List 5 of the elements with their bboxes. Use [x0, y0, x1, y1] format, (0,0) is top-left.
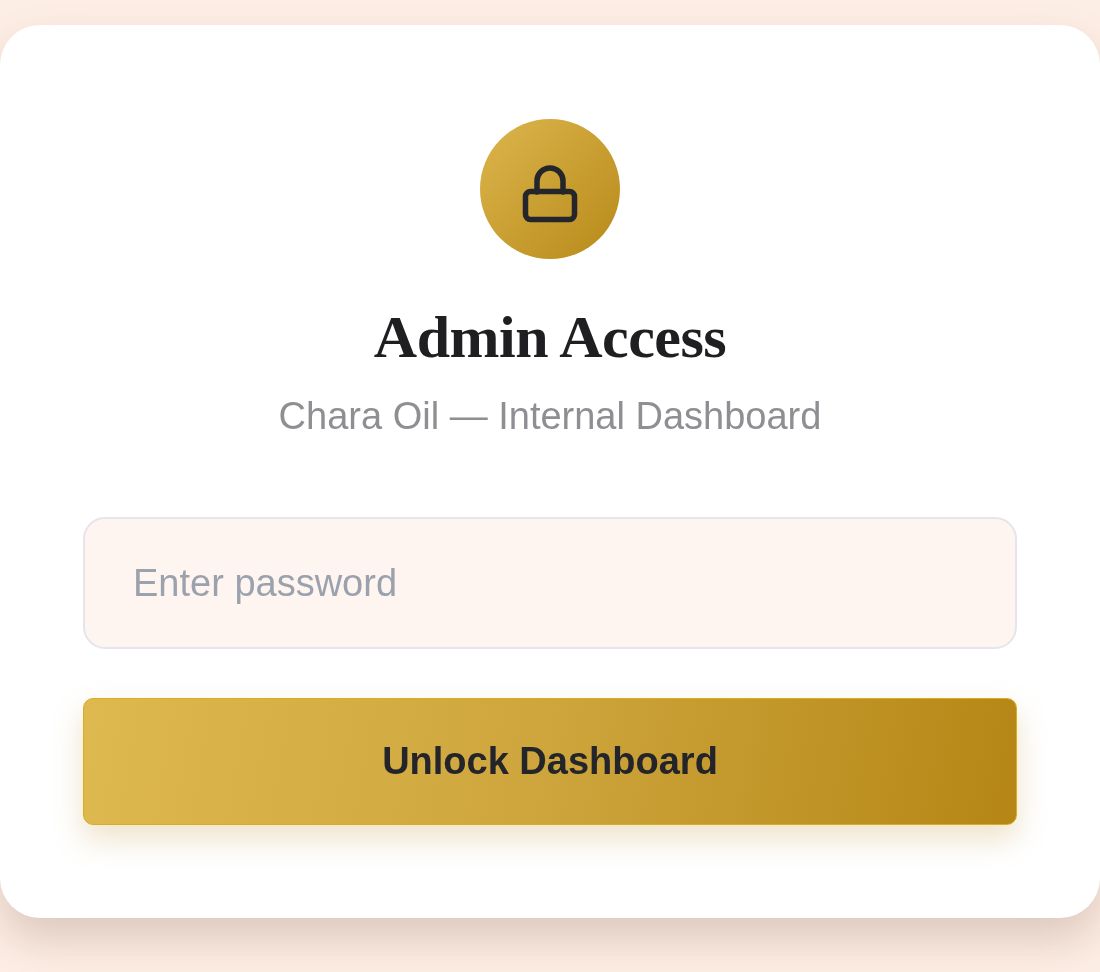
- page-subtitle: Chara Oil — Internal Dashboard: [278, 394, 822, 439]
- lock-icon: [480, 119, 620, 259]
- password-field[interactable]: Enter password: [83, 517, 1017, 649]
- page-title: Admin Access: [373, 303, 727, 372]
- unlock-button[interactable]: Unlock Dashboard: [83, 698, 1017, 825]
